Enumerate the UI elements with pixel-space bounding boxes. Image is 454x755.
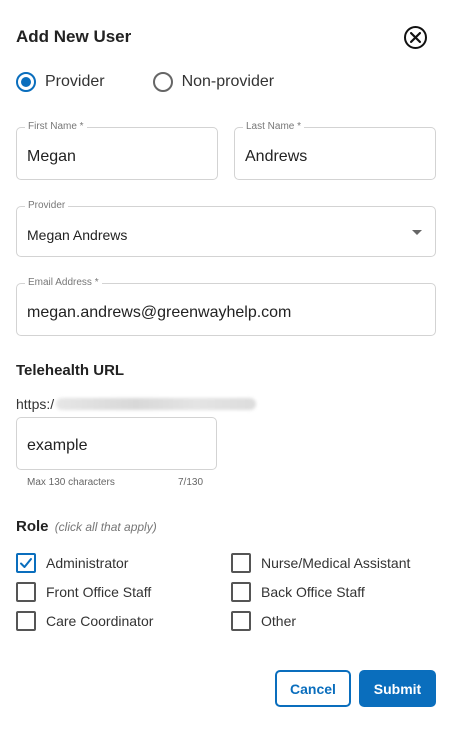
checkbox-back-office-staff[interactable]: Back Office Staff — [231, 582, 365, 602]
role-title-text: Role — [16, 518, 49, 535]
checkbox-nurse-medical-assistant[interactable]: Nurse/Medical Assistant — [231, 553, 410, 573]
close-icon — [410, 32, 421, 43]
user-type-radio-group: Provider Non-provider — [16, 72, 322, 92]
first-name-label: First Name * — [25, 121, 87, 132]
checkbox-label: Administrator — [46, 555, 129, 571]
checkmark-icon — [20, 558, 32, 568]
email-value: megan.andrews@greenwayhelp.com — [27, 304, 292, 321]
provider-select[interactable]: Provider Megan Andrews — [16, 200, 436, 257]
dialog-title: Add New User — [16, 27, 132, 46]
max-characters-hint: Max 130 characters — [27, 477, 115, 488]
submit-button[interactable]: Submit — [359, 670, 436, 707]
chevron-down-icon — [412, 230, 422, 235]
first-name-value: Megan — [27, 148, 76, 165]
radio-provider-label: Provider — [45, 73, 105, 90]
checkbox-label: Other — [261, 613, 297, 629]
checkbox-unchecked-icon — [231, 582, 251, 602]
radio-unchecked-icon — [152, 72, 173, 92]
radio-non-provider[interactable]: Non-provider — [152, 72, 275, 92]
telehealth-url-value: example — [27, 437, 88, 454]
last-name-label: Last Name * — [243, 121, 305, 132]
radio-non-provider-label: Non-provider — [181, 73, 275, 90]
checkbox-administrator[interactable]: Administrator — [16, 553, 128, 573]
telehealth-title: Telehealth URL — [16, 362, 125, 379]
checkbox-care-coordinator[interactable]: Care Coordinator — [16, 611, 153, 631]
telehealth-url-field[interactable]: example — [16, 417, 217, 470]
last-name-field[interactable]: Last Name * Andrews — [234, 121, 436, 180]
email-field[interactable]: Email Address * megan.andrews@greenwayhe… — [16, 277, 436, 336]
checkbox-unchecked-icon — [231, 553, 251, 573]
first-name-field[interactable]: First Name * Megan — [16, 121, 218, 180]
role-subtitle: (click all that apply) — [54, 520, 157, 534]
provider-value: Megan Andrews — [27, 227, 128, 243]
provider-label: Provider — [25, 200, 69, 211]
email-label: Email Address * — [25, 277, 102, 288]
checkbox-label: Back Office Staff — [261, 584, 365, 600]
role-title: Role (click all that apply) — [16, 518, 157, 535]
cancel-button[interactable]: Cancel — [275, 670, 351, 707]
last-name-value: Andrews — [245, 148, 308, 165]
url-prefix-text: https:/ — [16, 396, 55, 412]
checkbox-front-office-staff[interactable]: Front Office Staff — [16, 582, 151, 602]
checkbox-other[interactable]: Other — [231, 611, 296, 631]
checkbox-label: Front Office Staff — [46, 584, 152, 600]
checkbox-label: Care Coordinator — [46, 613, 154, 629]
close-button[interactable] — [404, 26, 427, 49]
checkbox-label: Nurse/Medical Assistant — [261, 555, 411, 571]
checkbox-unchecked-icon — [16, 582, 36, 602]
radio-provider[interactable]: Provider — [16, 72, 105, 92]
radio-checked-icon — [16, 72, 36, 92]
telehealth-url-prefix: https:/ — [16, 396, 257, 412]
checkbox-checked-icon — [16, 553, 36, 573]
character-count: 7/130 — [178, 477, 204, 488]
checkbox-unchecked-icon — [231, 611, 251, 631]
checkbox-unchecked-icon — [16, 611, 36, 631]
blurred-domain — [56, 398, 257, 410]
